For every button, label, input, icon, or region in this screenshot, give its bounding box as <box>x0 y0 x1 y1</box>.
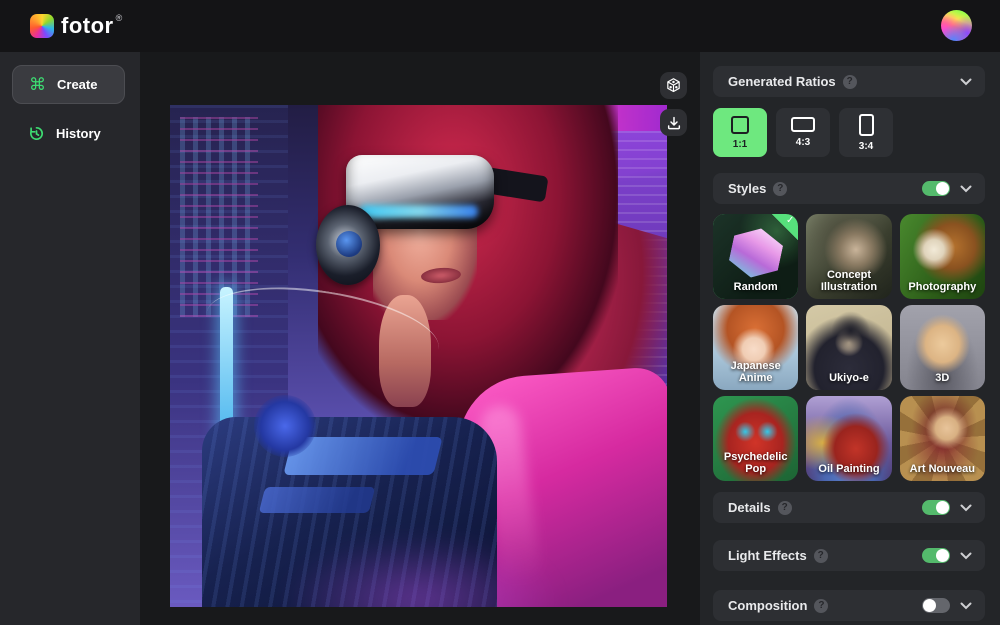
randomize-dice-button[interactable] <box>660 72 687 99</box>
fotor-logo-text: fotor <box>61 13 114 39</box>
neon-window-lights <box>180 117 258 317</box>
style-card-3d[interactable]: 3D <box>900 305 985 390</box>
style-card-concept-illustration[interactable]: Concept Illustration <box>806 214 891 299</box>
toggle-knob <box>936 501 949 514</box>
style-card-photography[interactable]: Photography <box>900 214 985 299</box>
blue-pompom <box>254 395 316 457</box>
light-effects-toggle[interactable] <box>922 548 950 563</box>
light-effects-label: Light Effects <box>728 548 807 563</box>
sidebar-item-history[interactable]: History <box>28 125 140 142</box>
portrait-ratio-icon <box>859 114 874 136</box>
help-icon[interactable]: ? <box>778 501 792 515</box>
registered-mark: ® <box>116 13 123 23</box>
help-icon[interactable]: ? <box>843 75 857 89</box>
generated-image <box>170 105 667 607</box>
generated-ratios-label: Generated Ratios <box>728 74 836 89</box>
canvas-area <box>140 52 700 625</box>
composition-toggle[interactable] <box>922 598 950 613</box>
toggle-knob <box>936 549 949 562</box>
styles-label: Styles <box>728 181 766 196</box>
help-icon[interactable]: ? <box>814 599 828 613</box>
sidebar-item-label: Create <box>57 77 97 92</box>
sidebar: ⌘ Create History <box>0 52 140 625</box>
ratio-1-1-button[interactable]: 1:1 <box>713 108 767 157</box>
style-card-japanese-anime[interactable]: Japanese Anime <box>713 305 798 390</box>
style-card-ukiyo-e[interactable]: Ukiyo-e <box>806 305 891 390</box>
style-card-oil-painting[interactable]: Oil Painting <box>806 396 891 481</box>
generated-ratios-header[interactable]: Generated Ratios ? <box>713 66 985 97</box>
settings-panel: Generated Ratios ? 1:1 4:3 3:4 <box>700 52 1000 625</box>
sidebar-item-create[interactable]: ⌘ Create <box>12 65 125 104</box>
command-icon: ⌘ <box>29 76 46 93</box>
ratio-3-4-button[interactable]: 3:4 <box>839 108 893 157</box>
vest-plate-small <box>259 487 375 513</box>
details-header[interactable]: Details ? <box>713 492 985 523</box>
style-card-psychedelic-pop[interactable]: Psychedelic Pop <box>713 396 798 481</box>
history-icon <box>28 125 45 142</box>
light-effects-header[interactable]: Light Effects ? <box>713 540 985 571</box>
fotor-logo-icon <box>30 14 54 38</box>
help-icon[interactable]: ? <box>814 549 828 563</box>
style-card-art-nouveau[interactable]: Art Nouveau <box>900 396 985 481</box>
styles-header[interactable]: Styles ? <box>713 173 985 204</box>
styles-toggle[interactable] <box>922 181 950 196</box>
toggle-knob <box>923 599 936 612</box>
chevron-down-icon[interactable] <box>960 504 972 512</box>
sidebar-item-label: History <box>56 126 101 141</box>
details-label: Details <box>728 500 771 515</box>
composition-label: Composition <box>728 598 807 613</box>
chevron-down-icon[interactable] <box>960 602 972 610</box>
style-card-random[interactable]: ✓ Random <box>713 214 798 299</box>
ratio-options: 1:1 4:3 3:4 <box>713 108 985 157</box>
style-grid: ✓ Random Concept Illustration Photograph… <box>713 214 985 481</box>
toggle-knob <box>936 182 949 195</box>
download-button[interactable] <box>660 109 687 136</box>
fotor-app: fotor ® ⌘ Create History <box>0 0 1000 625</box>
fotor-logo[interactable]: fotor ® <box>30 13 122 39</box>
headphone-core <box>336 231 362 257</box>
square-ratio-icon <box>731 116 749 134</box>
chevron-down-icon[interactable] <box>960 552 972 560</box>
chevron-down-icon[interactable] <box>960 185 972 193</box>
top-bar: fotor ® <box>0 0 1000 52</box>
help-icon[interactable]: ? <box>773 182 787 196</box>
composition-header[interactable]: Composition ? <box>713 590 985 621</box>
cyan-visor-glow <box>360 205 478 218</box>
landscape-ratio-icon <box>791 117 815 132</box>
chevron-down-icon[interactable] <box>960 78 972 86</box>
user-avatar[interactable] <box>941 10 972 41</box>
ratio-4-3-button[interactable]: 4:3 <box>776 108 830 157</box>
selected-check-icon: ✓ <box>772 214 798 240</box>
details-toggle[interactable] <box>922 500 950 515</box>
